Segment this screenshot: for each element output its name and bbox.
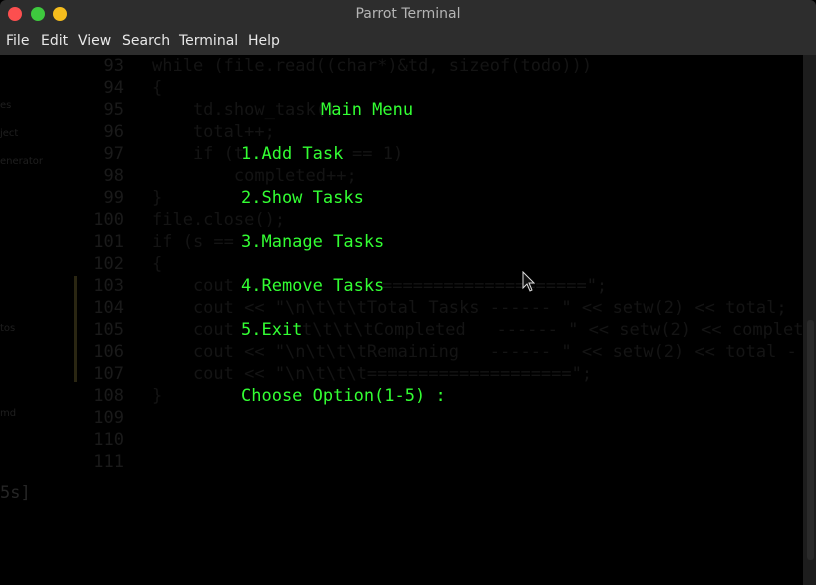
code-fragment: ===================="; bbox=[382, 276, 608, 296]
code-line: if (t bbox=[152, 144, 245, 164]
menu-file[interactable]: File bbox=[6, 33, 29, 49]
menu-search[interactable]: Search bbox=[122, 33, 170, 49]
code-line: cout << "\n\t\t\tRemaining ------ " << s… bbox=[152, 342, 803, 362]
git-gutter-marker bbox=[74, 276, 77, 382]
code-line: if (s == bbox=[152, 232, 234, 252]
menu-view[interactable]: View bbox=[78, 33, 111, 49]
option-exit: 5.Exit bbox=[241, 320, 303, 340]
code-line: cout bbox=[152, 276, 234, 296]
line-number: 105 bbox=[93, 320, 124, 340]
line-number: 109 bbox=[93, 408, 124, 428]
sidebar-fragment: enerator bbox=[0, 156, 44, 167]
input-prompt: Choose Option(1-5) : bbox=[241, 386, 446, 406]
scrollbar-thumb[interactable] bbox=[807, 320, 814, 560]
code-line: cout bbox=[152, 320, 234, 340]
title-bar: Parrot Terminal bbox=[0, 0, 816, 29]
menu-terminal[interactable]: Terminal bbox=[179, 33, 238, 49]
code-line: completed++; bbox=[152, 166, 357, 186]
line-number: 95 bbox=[103, 100, 124, 120]
menu-help[interactable]: Help bbox=[248, 33, 280, 49]
option-show-tasks: 2.Show Tasks bbox=[241, 188, 364, 208]
line-number: 93 bbox=[103, 56, 124, 76]
code-line: } bbox=[152, 188, 163, 208]
code-line: while (file.read((char*)&td, sizeof(todo… bbox=[152, 56, 593, 76]
line-number: 94 bbox=[103, 78, 124, 98]
line-number: 111 bbox=[93, 452, 124, 472]
line-number: 97 bbox=[103, 144, 124, 164]
menu-edit[interactable]: Edit bbox=[41, 33, 68, 49]
line-number: 110 bbox=[93, 430, 124, 450]
line-number: 100 bbox=[93, 210, 124, 230]
line-number: 107 bbox=[93, 364, 124, 384]
line-number: 101 bbox=[93, 232, 124, 252]
option-add-task: 1.Add Task bbox=[241, 144, 344, 164]
menu-heading: Main Menu bbox=[321, 100, 414, 120]
mouse-pointer-icon bbox=[522, 271, 536, 292]
sidebar-fragment: tos bbox=[0, 323, 16, 334]
line-number: 108 bbox=[93, 386, 124, 406]
line-number: 96 bbox=[103, 122, 124, 142]
sidebar-fragment: ject bbox=[0, 128, 19, 139]
line-number: 102 bbox=[93, 254, 124, 274]
line-number: 106 bbox=[93, 342, 124, 362]
code-fragment: t\t\t\tCompleted ------ " << setw(2) << … bbox=[302, 320, 803, 340]
line-number: 98 bbox=[103, 166, 124, 186]
line-number: 99 bbox=[103, 188, 124, 208]
terminal-area[interactable]: es ject enerator tos md 5s] 93 while (fil… bbox=[0, 55, 803, 585]
sidebar-fragment: es bbox=[0, 100, 12, 111]
code-line: cout << "\n\t\t\tTotal Tasks ------ " <<… bbox=[152, 298, 787, 318]
code-line: file.close(); bbox=[152, 210, 286, 230]
line-number: 104 bbox=[93, 298, 124, 318]
code-line: total++; bbox=[152, 122, 275, 142]
code-fragment: == 1) bbox=[352, 144, 404, 164]
line-number: 103 bbox=[93, 276, 124, 296]
code-line: } bbox=[152, 386, 163, 406]
window-title: Parrot Terminal bbox=[355, 6, 461, 22]
code-line: cout << "\n\t\t\t===================="; bbox=[152, 364, 593, 384]
code-line: { bbox=[152, 254, 163, 274]
sidebar-fragment: 5s] bbox=[0, 483, 31, 503]
option-manage-tasks: 3.Manage Tasks bbox=[241, 232, 385, 252]
code-line: { bbox=[152, 78, 163, 98]
menu-bar: File Edit View Search Terminal Help bbox=[0, 29, 816, 55]
sidebar-fragment: md bbox=[0, 408, 17, 419]
code-line: td.show_task() bbox=[152, 100, 337, 120]
option-remove-tasks: 4.Remove Tasks bbox=[241, 276, 385, 296]
